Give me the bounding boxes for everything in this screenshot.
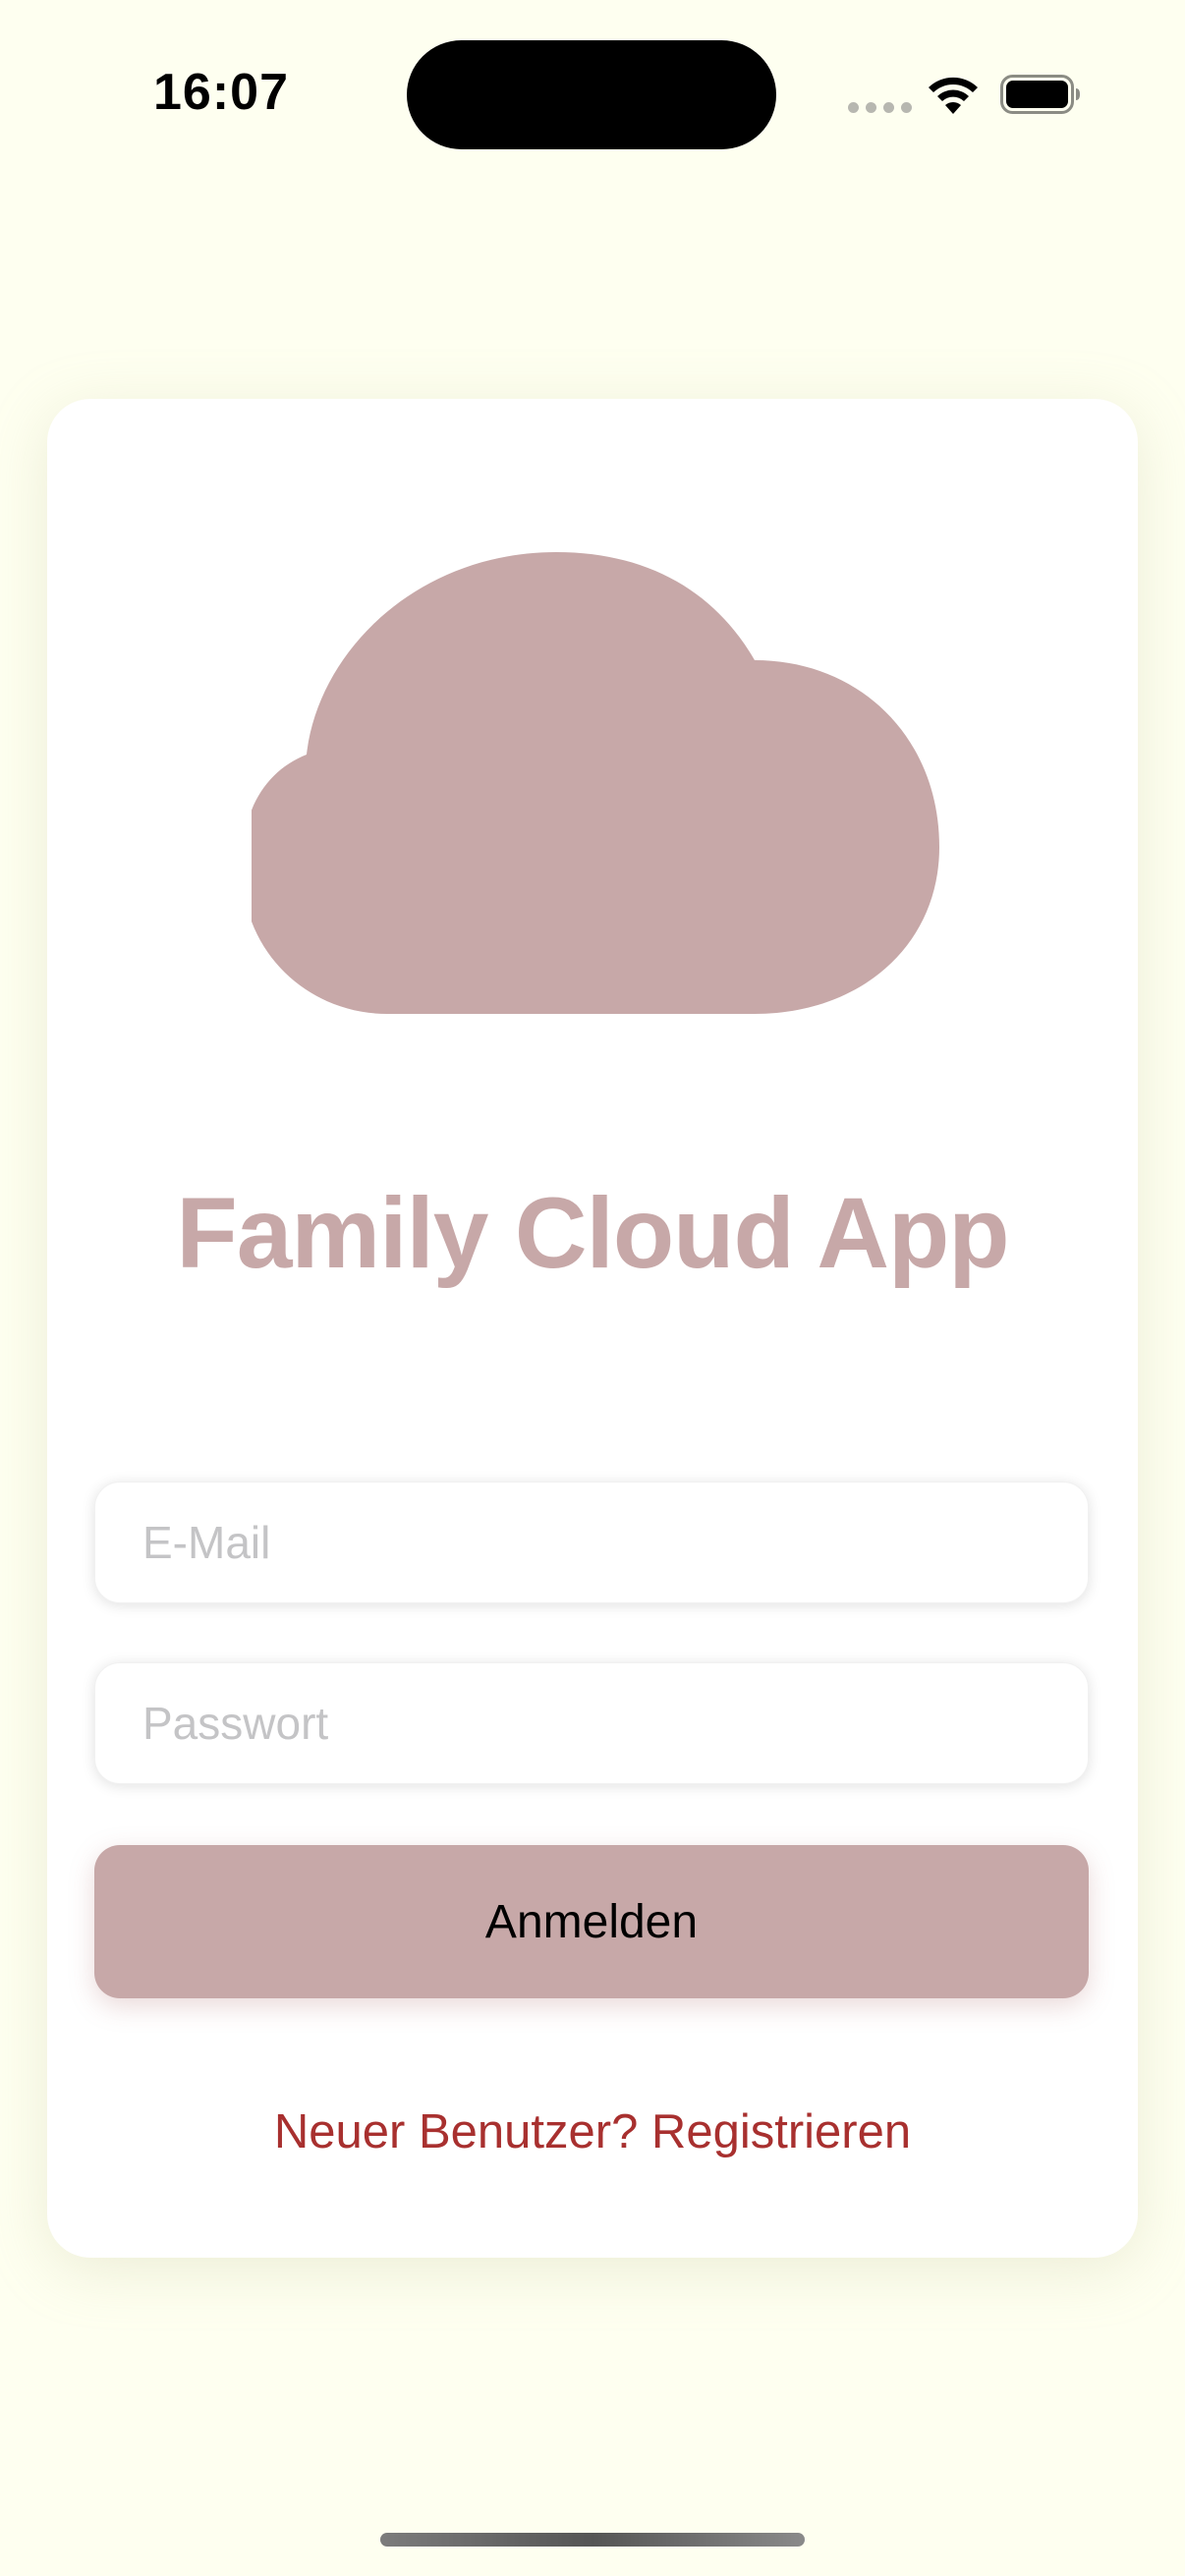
email-input[interactable]	[95, 1483, 1088, 1602]
login-button[interactable]: Anmelden	[94, 1845, 1089, 1998]
battery-icon	[1000, 75, 1080, 114]
home-indicator[interactable]	[380, 2533, 805, 2547]
login-card: Family Cloud App Anmelden Neuer Benutzer…	[47, 399, 1138, 2258]
register-link[interactable]: Neuer Benutzer? Registrieren	[47, 2104, 1138, 2159]
dynamic-island	[407, 40, 776, 149]
login-button-label: Anmelden	[484, 1895, 699, 1948]
wifi-icon	[929, 77, 978, 114]
cloud-icon	[252, 552, 939, 1014]
password-input[interactable]	[95, 1663, 1088, 1783]
app-title: Family Cloud App	[176, 1177, 1009, 1289]
email-field[interactable]	[94, 1482, 1089, 1603]
status-time: 16:07	[153, 64, 289, 121]
signal-dots-icon	[848, 102, 912, 113]
password-field[interactable]	[94, 1662, 1089, 1784]
